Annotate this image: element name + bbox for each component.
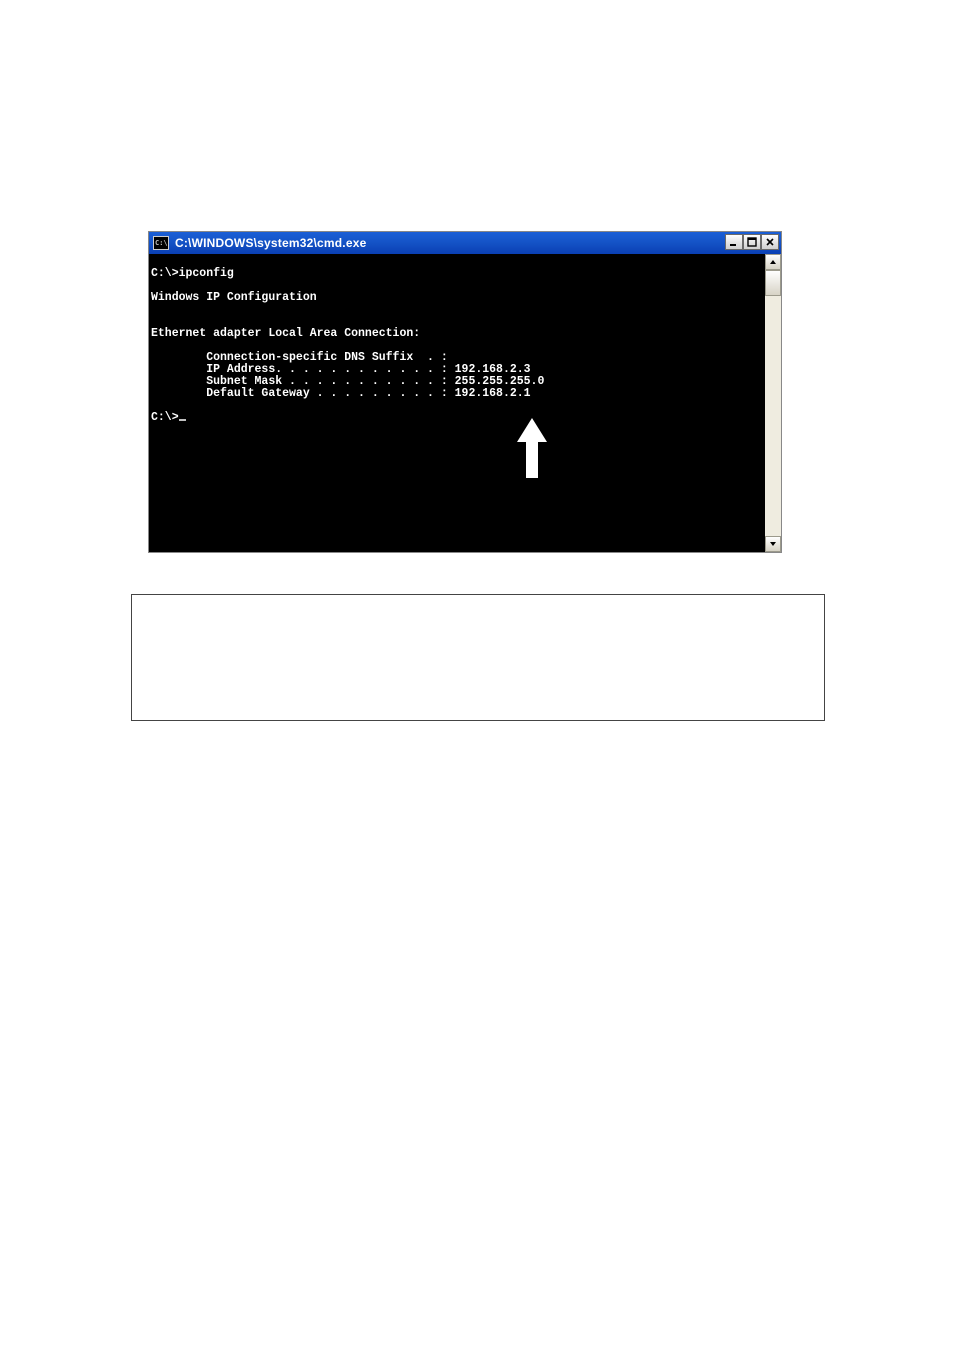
cmd-app-icon-text: C:\ — [155, 240, 168, 247]
note-box — [131, 594, 825, 721]
maximize-button[interactable] — [743, 234, 761, 250]
client-area: C:\>ipconfig Windows IP Configuration Et… — [149, 254, 781, 552]
window-title: C:\WINDOWS\system32\cmd.exe — [175, 236, 366, 250]
console-line: Ethernet adapter Local Area Connection: — [151, 327, 420, 340]
maximize-icon — [747, 237, 757, 247]
cmd-app-icon: C:\ — [153, 236, 169, 250]
scroll-thumb[interactable] — [765, 270, 781, 296]
console-prompt: C:\> — [151, 411, 179, 424]
vertical-scrollbar[interactable] — [765, 254, 781, 552]
console-output[interactable]: C:\>ipconfig Windows IP Configuration Et… — [149, 254, 765, 552]
close-button[interactable] — [761, 234, 779, 250]
cursor-icon — [179, 419, 186, 421]
console-line: Windows IP Configuration — [151, 291, 317, 304]
minimize-icon — [729, 237, 739, 247]
document-page: C:\ C:\WINDOWS\system32\cmd.exe C:\>ipco… — [0, 0, 954, 1350]
console-line: C:\>ipconfig — [151, 267, 234, 280]
minimize-button[interactable] — [725, 234, 743, 250]
titlebar[interactable]: C:\ C:\WINDOWS\system32\cmd.exe — [149, 232, 781, 254]
window-controls — [725, 234, 779, 250]
console-line: Default Gateway . . . . . . . . . : 192.… — [151, 387, 531, 400]
scroll-down-button[interactable] — [765, 536, 781, 552]
chevron-down-icon — [769, 540, 777, 548]
cmd-window: C:\ C:\WINDOWS\system32\cmd.exe C:\>ipco… — [148, 231, 782, 553]
chevron-up-icon — [769, 258, 777, 266]
scroll-track[interactable] — [765, 270, 781, 536]
close-icon — [765, 237, 775, 247]
scroll-up-button[interactable] — [765, 254, 781, 270]
